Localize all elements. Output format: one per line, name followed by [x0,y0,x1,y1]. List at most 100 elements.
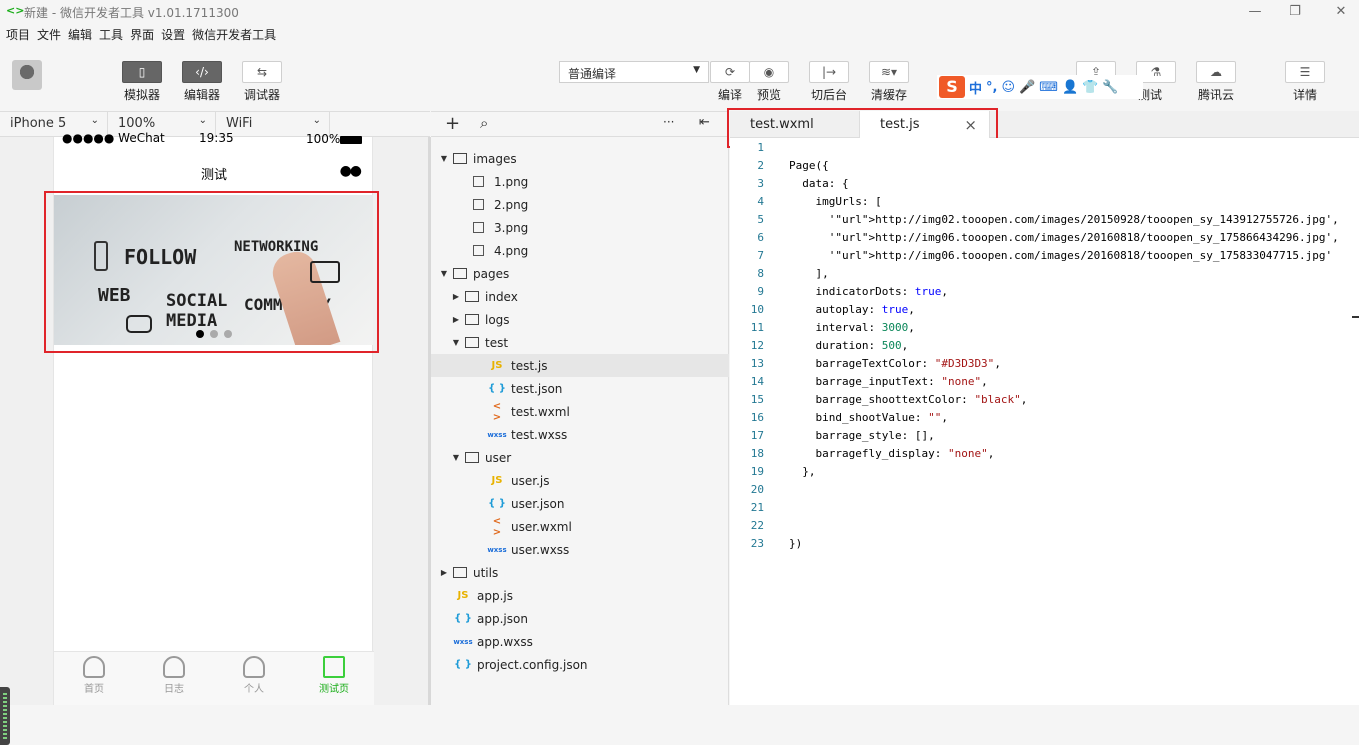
file-tree-item[interactable]: wxss user.wxss [431,538,729,561]
file-tree-item[interactable]: { } app.json [431,607,729,630]
keyboard-icon[interactable]: ⌨ [1039,80,1058,95]
wrench-icon[interactable]: 🔧 [1102,80,1118,95]
cloud-icon: ☁ [1196,61,1236,83]
search-icon[interactable]: ⌕ [480,114,488,132]
ime-item[interactable]: 中 [969,78,982,97]
menu-bar: 项目 文件 编辑 工具 界面 设置 微信开发者工具 [0,26,277,46]
caret-down-icon[interactable]: ▼ [451,453,461,462]
smile-icon[interactable]: ☺ [1001,80,1015,95]
file-tree-item[interactable]: JS test.js [431,354,729,377]
shirt-icon[interactable]: 👕 [1082,80,1098,95]
file-tree-item[interactable]: ▼ test [431,331,729,354]
file-tree-label: test.js [511,358,548,373]
file-tree-item[interactable]: ▼ pages [431,262,729,285]
code-line[interactable]: barrage_inputText: "none", [789,375,987,388]
code-line[interactable]: '"url">http://img02.tooopen.com/images/2… [789,213,1339,226]
editor-label: 编辑器 [183,88,220,102]
more-menu-icon[interactable]: ●● [340,163,362,179]
code-line[interactable]: barrage_style: [], [789,429,934,442]
code-line[interactable]: Page({ [789,159,829,172]
file-tree-item[interactable]: JS app.js [431,584,729,607]
file-tree-item[interactable]: 4.png [431,239,729,262]
ime-item[interactable]: °, [986,80,997,95]
file-tree-item[interactable]: wxss test.wxss [431,423,729,446]
file-tree-item[interactable]: ▼ user [431,446,729,469]
debugger-button[interactable]: ⇆ 调试器 [240,61,284,103]
menu-item[interactable]: 微信开发者工具 [192,26,276,43]
wxss-file-icon: wxss [487,545,507,554]
tencent-cloud-button[interactable]: ☁ 腾讯云 [1195,61,1237,103]
file-tree-item[interactable]: < > test.wxml [431,400,729,423]
compile-button[interactable]: ⟳ 编译 [710,61,750,103]
code-line[interactable]: barrageTextColor: "#D3D3D3", [789,357,1000,370]
menu-item[interactable]: 界面 [130,26,154,43]
more-icon[interactable]: ··· [663,115,674,129]
file-tree-item[interactable]: < > user.wxml [431,515,729,538]
compile-mode-select[interactable]: 普通编译 ▼ [559,61,709,83]
code-line[interactable]: '"url">http://img06.tooopen.com/images/2… [789,249,1332,262]
code-line[interactable]: }, [789,465,815,478]
file-tree-item[interactable]: { } project.config.json [431,653,729,676]
code-line[interactable]: data: { [789,177,848,190]
avatar[interactable] [12,60,42,90]
file-tree-item[interactable]: ▶ logs [431,308,729,331]
code-line[interactable]: }) [789,537,802,550]
sogou-logo[interactable]: S [939,76,965,98]
add-file-icon[interactable]: + [445,113,460,134]
collapse-icon[interactable]: ⇤ [699,115,710,130]
caret-right-icon[interactable]: ▶ [451,292,461,301]
code-editor[interactable]: 1 2 Page({3 data: {4 imgUrls: [5 '"url">ht… [730,138,1359,705]
caret-right-icon[interactable]: ▶ [451,315,461,324]
file-tree-item[interactable]: 1.png [431,170,729,193]
simulator-button[interactable]: ▯ 模拟器 [120,61,164,103]
code-line[interactable]: barrage_shoottextColor: "black", [789,393,1027,406]
caret-right-icon[interactable]: ▶ [439,568,449,577]
caret-down-icon[interactable]: ▼ [451,338,461,347]
microphone-icon[interactable]: 🎤 [1019,80,1035,95]
file-tree-item[interactable]: ▼ images [431,147,729,170]
code-line[interactable]: autoplay: true, [789,303,914,316]
minimize-icon[interactable]: — [1245,2,1265,22]
file-tree-item[interactable]: { } user.json [431,492,729,515]
file-tree-item[interactable]: { } test.json [431,377,729,400]
file-tree-item[interactable]: wxss app.wxss [431,630,729,653]
clear-cache-button[interactable]: ≋▾ 清缓存 [868,61,910,103]
background-button[interactable]: |→ 切后台 [808,61,850,103]
details-button[interactable]: ☰ 详情 [1285,61,1325,103]
json-file-icon: { } [454,613,472,624]
tab-item[interactable]: 日志 [134,652,214,705]
line-number: 5 [757,213,764,226]
preview-button[interactable]: ◉ 预览 [749,61,789,103]
close-icon[interactable]: ✕ [1331,2,1351,22]
file-tree-item[interactable]: ▶ index [431,285,729,308]
menu-item[interactable]: 项目 [6,26,30,43]
menu-item[interactable]: 编辑 [68,26,92,43]
volume-handle[interactable] [0,687,10,745]
file-tree-item[interactable]: ▶ utils [431,561,729,584]
editor-button[interactable]: ‹/› 编辑器 [180,61,224,103]
user-icon[interactable]: 👤 [1062,80,1078,95]
code-line[interactable]: duration: 500, [789,339,908,352]
caret-down-icon[interactable]: ▼ [439,154,449,163]
bottom-tab-bar: 首页 日志 个人 测试页 [54,651,374,705]
tab-item[interactable]: 首页 [54,652,134,705]
code-line[interactable]: imgUrls: [ [789,195,881,208]
menu-item[interactable]: 设置 [161,26,185,43]
tab-item[interactable]: 个人 [214,652,294,705]
file-tree-item[interactable]: JS user.js [431,469,729,492]
code-line[interactable]: bind_shootValue: "", [789,411,947,424]
layers-icon: ≋▾ [869,61,909,83]
file-tree-item[interactable]: 3.png [431,216,729,239]
code-line[interactable]: barragefly_display: "none", [789,447,994,460]
restore-icon[interactable]: ❐ [1285,2,1305,22]
code-line[interactable]: indicatorDots: true, [789,285,947,298]
code-line[interactable]: interval: 3000, [789,321,914,334]
device-model-value: iPhone 5 [10,116,67,131]
tab-item[interactable]: 测试页 [294,652,374,705]
code-line[interactable]: ], [789,267,828,280]
menu-item[interactable]: 文件 [37,26,61,43]
caret-down-icon[interactable]: ▼ [439,269,449,278]
file-tree-item[interactable]: 2.png [431,193,729,216]
menu-item[interactable]: 工具 [99,26,123,43]
code-line[interactable]: '"url">http://img06.tooopen.com/images/2… [789,231,1339,244]
